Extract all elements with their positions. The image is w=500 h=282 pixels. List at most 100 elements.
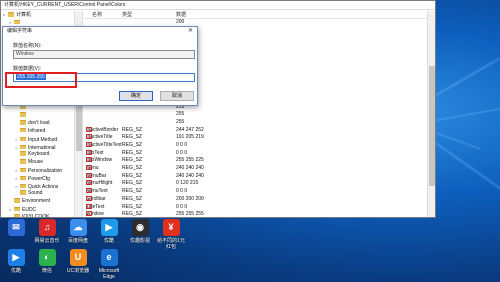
desktop-shortcut[interactable]: ☁ 百度网盘	[64, 219, 92, 244]
table-row[interactable]: 255	[84, 119, 427, 127]
list-scrollbar[interactable]	[427, 11, 435, 217]
address-bar[interactable]: 计算机\HKEY_CURRENT_USER\Control Panel\Colo…	[1, 1, 435, 10]
value-type-cell: REG_SZ	[122, 211, 143, 218]
tree-item-label: EUDC	[22, 206, 37, 213]
tree-item-label: don't load	[28, 120, 50, 127]
value-name-cell: ab Scrollbar	[86, 195, 106, 204]
tree-item[interactable]	[1, 112, 82, 120]
column-data-header[interactable]: 数据	[176, 11, 186, 19]
value-name-cell: ab InfoWindow	[86, 157, 112, 165]
tree-item[interactable]: > International	[1, 144, 82, 152]
tree-item-label: Personalization	[28, 167, 63, 174]
value-type-cell: REG_SZ	[122, 165, 143, 172]
tree-item[interactable]: > EUDC	[1, 206, 82, 214]
folder-icon	[20, 183, 26, 189]
desktop-shortcut[interactable]: e Microsoft Edge	[95, 249, 123, 280]
value-name-cell: ab TitleText	[86, 203, 104, 212]
column-name-header[interactable]: 名称	[92, 11, 102, 19]
shortcut-label: 百度网盘	[67, 238, 88, 244]
value-data-cell: 0 0 0	[176, 188, 188, 195]
value-type-cell: REG_SZ	[122, 142, 143, 148]
edit-string-dialog: 编辑字符串 ✕ 数值名称(N): Window 数值数据(V): 255 255…	[2, 26, 198, 106]
value-data-cell: 255 255 255	[176, 211, 204, 218]
desktop-shortcut[interactable]: ♫ 网易云音乐	[33, 219, 61, 244]
shortcut-label: UC浏览器	[66, 268, 90, 274]
table-row[interactable]: ab MenuHilight REG_SZ 0 120 215	[84, 180, 427, 188]
tree-item-label: International	[28, 144, 56, 151]
desktop-shortcut[interactable]: ¥ 给不同的1元红包	[157, 219, 185, 250]
value-type-cell: REG_SZ	[122, 126, 143, 133]
tree-item[interactable]: Sound	[1, 190, 82, 198]
tree-item-label: Environment	[22, 198, 51, 205]
desktop-shortcut[interactable]: ◉ 优趣影视	[126, 219, 154, 244]
value-name-label: 数值名称(N):	[13, 43, 42, 49]
value-data-cell: 240 240 240	[176, 172, 204, 179]
value-type-cell: REG_SZ	[122, 203, 143, 210]
shortcut-label: 微信	[41, 268, 52, 274]
tree-item-label: Sound	[28, 190, 43, 197]
value-data-cell: 0 0 0	[176, 149, 188, 156]
desktop-shortcut[interactable]: ◐ 微信	[33, 249, 61, 274]
column-type-header[interactable]: 类型	[122, 11, 132, 19]
tree-item-label: Keyboard	[28, 151, 50, 158]
app-icon: e	[100, 249, 118, 266]
value-name-cell: ab InfoText	[86, 149, 104, 158]
table-row[interactable]: ab InfoText REG_SZ 0 0 0	[84, 149, 427, 158]
value-name-cell: ab InactiveTitle	[86, 134, 113, 142]
table-row[interactable]: ab InactiveTitle REG_SZ 191 205 219	[84, 134, 427, 142]
highlight-annotation	[5, 72, 77, 88]
table-row[interactable]: ab Window REG_SZ 255 255 255	[84, 211, 427, 218]
app-icon: ¥	[162, 219, 180, 236]
table-row[interactable]: ab Scrollbar REG_SZ 200 200 200	[84, 195, 427, 204]
tree-item[interactable]: IQIYI.COOK	[1, 213, 82, 217]
value-data-cell: 0 0 0	[176, 142, 188, 148]
string-value-icon: ab	[86, 180, 92, 186]
value-name-cell: ab InactiveTitleText	[86, 142, 122, 150]
desktop-shortcut[interactable]: ✉	[2, 219, 30, 238]
folder-icon	[8, 12, 14, 17]
table-row[interactable]: ab Menu REG_SZ 240 240 240	[84, 165, 427, 173]
tree-item[interactable]: v 计算机	[1, 11, 82, 19]
cancel-button[interactable]: 取消	[160, 91, 194, 101]
table-row[interactable]: ab MenuBar REG_SZ 240 240 240	[84, 172, 427, 181]
table-row[interactable]: ab MenuText REG_SZ 0 0 0	[84, 188, 427, 196]
close-icon[interactable]: ✕	[188, 27, 193, 36]
value-data-cell: 255 255 225	[176, 157, 204, 164]
shortcut-label: 给不同的1元红包	[157, 238, 185, 250]
folder-icon	[20, 190, 26, 195]
table-row[interactable]: ab InactiveBorder REG_SZ 244 247 252	[84, 126, 427, 135]
tree-item[interactable]: > Personalization	[1, 167, 82, 175]
shortcut-label: 网易云音乐	[34, 238, 60, 244]
value-name-cell: ab Menu	[86, 165, 99, 173]
value-data-cell: 0 0 0	[176, 203, 188, 210]
table-row[interactable]: 255	[84, 111, 427, 119]
table-row[interactable]: ab InactiveTitleText REG_SZ 0 0 0	[84, 142, 427, 150]
value-name-cell: ab MenuText	[86, 188, 108, 196]
desktop-shortcut[interactable]: U UC浏览器	[64, 249, 92, 274]
folder-icon	[14, 206, 20, 212]
folder-icon	[20, 144, 26, 150]
value-type-cell: REG_SZ	[122, 149, 143, 156]
tree-item[interactable]: > PowerCfg	[1, 175, 82, 183]
app-icon: ☁	[69, 219, 87, 236]
table-row[interactable]: ab TitleText REG_SZ 0 0 0	[84, 203, 427, 212]
tree-item[interactable]: Infrared	[1, 127, 82, 136]
value-type-cell: REG_SZ	[122, 195, 143, 202]
tree-item[interactable]: > Quick Actions	[1, 183, 82, 191]
string-value-icon: ab	[86, 211, 92, 217]
tree-item[interactable]: don't load	[1, 120, 82, 128]
desktop-shortcut[interactable]: ▶ 优酷	[95, 219, 123, 244]
folder-icon	[14, 198, 20, 203]
tree-item[interactable]: > Input Method	[1, 136, 82, 144]
value-name-cell: ab MenuHilight	[86, 180, 112, 188]
string-value-icon: ab	[86, 203, 92, 209]
ok-button[interactable]: 确定	[119, 91, 153, 101]
tree-item[interactable]: Mouse	[1, 159, 82, 167]
desktop-shortcut[interactable]: ▶ 优酷	[2, 249, 30, 274]
list-scrollbar-thumb[interactable]	[429, 66, 435, 186]
app-icon: ◐	[38, 249, 56, 266]
string-value-icon: ab	[86, 142, 92, 147]
tree-item[interactable]: Keyboard	[1, 151, 82, 159]
tree-item[interactable]: Environment	[1, 198, 82, 206]
table-row[interactable]: ab InfoWindow REG_SZ 255 255 225	[84, 157, 427, 165]
